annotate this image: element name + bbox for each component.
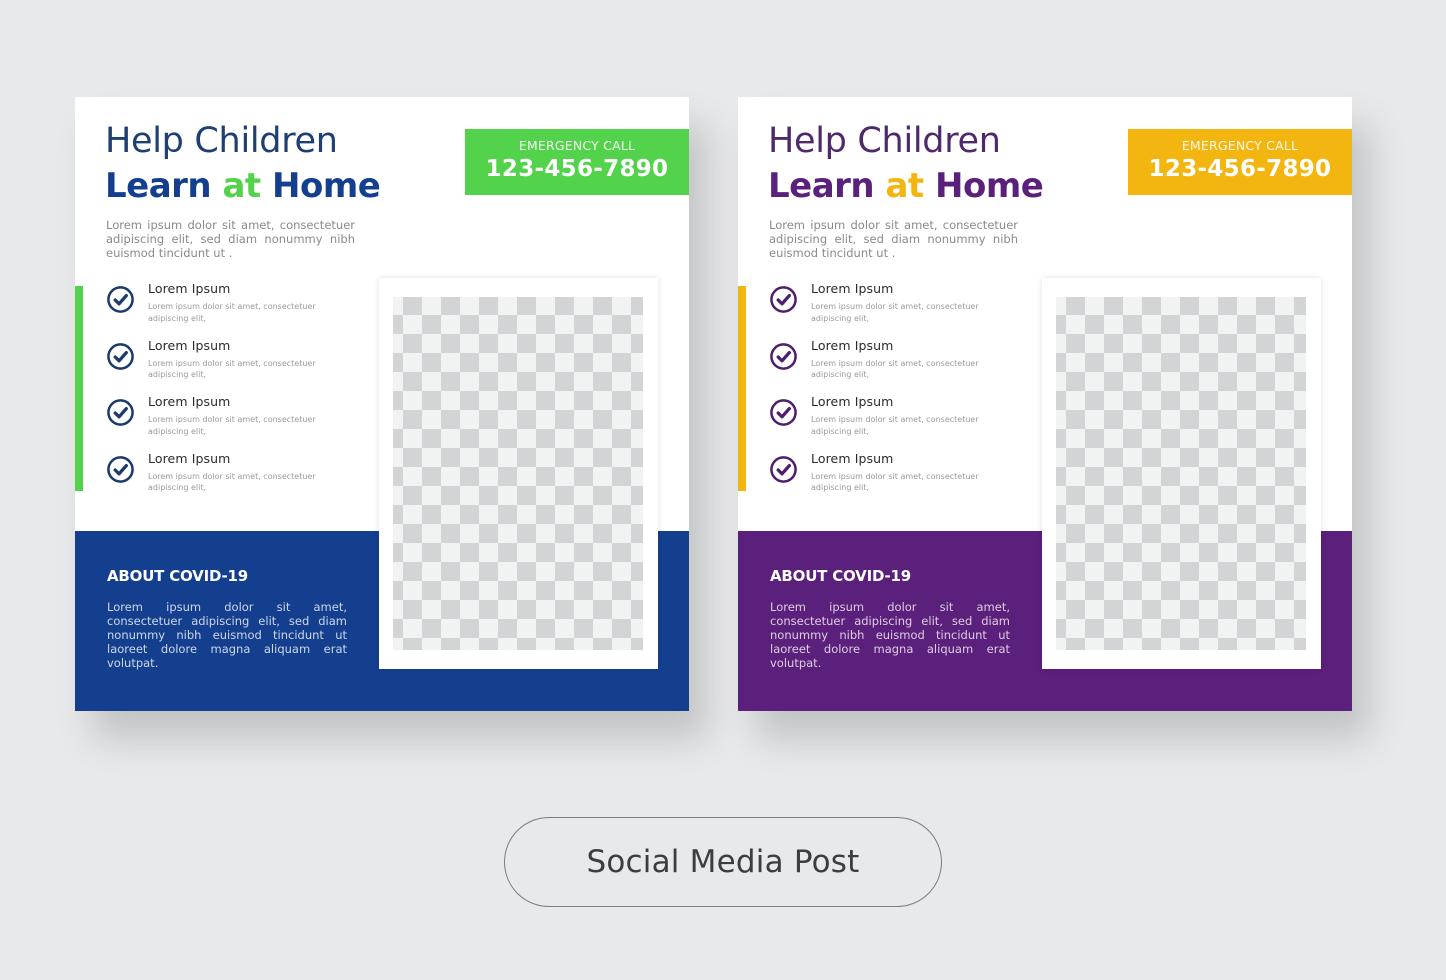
list-item-description: Lorem ipsum dolor sit amet, consectetuer… — [148, 471, 316, 493]
check-circle-icon — [770, 342, 797, 370]
photo-frame — [1042, 278, 1321, 669]
social-post-card-blue: Help Children Learn at Home Lorem ipsum … — [75, 97, 689, 711]
list-item: Lorem Ipsum Lorem ipsum dolor sit amet, c… — [106, 338, 336, 395]
social-post-card-purple: Help Children Learn at Home Lorem ipsum … — [738, 97, 1352, 711]
list-item: Lorem Ipsum Lorem ipsum dolor sit amet, c… — [769, 281, 999, 338]
check-circle-icon — [770, 286, 797, 313]
list-item: Lorem Ipsum Lorem ipsum dolor sit amet, c… — [106, 281, 336, 338]
headline-light: Help Children — [768, 121, 1001, 161]
photo-frame — [379, 278, 658, 669]
intro-paragraph: Lorem ipsum dolor sit amet, consectetuer… — [769, 218, 1018, 260]
emergency-phone-number: 123-456-7890 — [485, 156, 669, 182]
feature-list: Lorem Ipsum Lorem ipsum dolor sit amet, c… — [106, 281, 336, 507]
list-item-description: Lorem ipsum dolor sit amet, consectetuer… — [811, 415, 979, 436]
check-circle-icon — [107, 286, 134, 313]
photo-placeholder[interactable] — [1056, 297, 1306, 650]
about-covid-title: ABOUT COVID-19 — [107, 567, 249, 585]
emergency-call-label: EMERGENCY CALL — [518, 138, 636, 153]
list-item: Lorem Ipsum Lorem ipsum dolor sit amet, c… — [106, 394, 336, 451]
emergency-call-box: EMERGENCY CALL 123-456-7890 — [465, 129, 689, 195]
check-circle-icon — [770, 399, 797, 426]
list-item-description: Lorem ipsum dolor sit amet, consectetuer… — [148, 302, 316, 323]
headline-bold: Learn at Home — [105, 165, 381, 207]
list-item-description: Lorem ipsum dolor sit amet, consectetuer… — [811, 358, 979, 380]
about-covid-text: Lorem ipsum dolor sit amet, consectetuer… — [770, 600, 1010, 670]
list-item-title: Lorem Ipsum — [148, 337, 231, 353]
list-item-title: Lorem Ipsum — [148, 281, 231, 296]
accent-bar — [738, 286, 746, 491]
list-item-description: Lorem ipsum dolor sit amet, consectetuer… — [811, 302, 979, 323]
feature-list: Lorem Ipsum Lorem ipsum dolor sit amet, c… — [769, 281, 999, 507]
check-circle-icon — [107, 399, 134, 426]
headline-word-home: Home — [935, 166, 1044, 206]
list-item-title: Lorem Ipsum — [148, 450, 231, 466]
list-item-description: Lorem ipsum dolor sit amet, consectetuer… — [148, 415, 316, 436]
headline-bold: Learn at Home — [768, 165, 1044, 207]
headline-word-at: at — [885, 166, 924, 206]
intro-paragraph: Lorem ipsum dolor sit amet, consectetuer… — [106, 218, 355, 260]
headline-word-at: at — [222, 166, 261, 206]
emergency-phone-number: 123-456-7890 — [1148, 156, 1332, 182]
accent-bar — [75, 286, 83, 491]
headline-word-home: Home — [272, 166, 381, 206]
list-item-title: Lorem Ipsum — [811, 450, 894, 466]
headline-light: Help Children — [105, 121, 338, 161]
headline-word-learn: Learn — [768, 166, 875, 206]
list-item: Lorem Ipsum Lorem ipsum dolor sit amet, c… — [769, 394, 999, 451]
list-item-title: Lorem Ipsum — [148, 394, 231, 409]
list-item: Lorem Ipsum Lorem ipsum dolor sit amet, c… — [769, 451, 999, 508]
check-circle-icon — [770, 455, 797, 483]
list-item-description: Lorem ipsum dolor sit amet, consectetuer… — [811, 471, 979, 493]
about-covid-title: ABOUT COVID-19 — [770, 567, 912, 585]
list-item-title: Lorem Ipsum — [811, 394, 894, 409]
list-item-title: Lorem Ipsum — [811, 337, 894, 353]
about-covid-text: Lorem ipsum dolor sit amet, consectetuer… — [107, 600, 347, 670]
emergency-call-label: EMERGENCY CALL — [1181, 138, 1299, 153]
social-media-post-label-button[interactable]: Social Media Post — [504, 817, 942, 907]
check-circle-icon — [107, 342, 134, 370]
list-item: Lorem Ipsum Lorem ipsum dolor sit amet, c… — [106, 451, 336, 508]
list-item: Lorem Ipsum Lorem ipsum dolor sit amet, c… — [769, 338, 999, 395]
list-item-title: Lorem Ipsum — [811, 281, 894, 296]
emergency-call-box: EMERGENCY CALL 123-456-7890 — [1128, 129, 1352, 195]
photo-placeholder[interactable] — [393, 297, 643, 650]
list-item-description: Lorem ipsum dolor sit amet, consectetuer… — [148, 358, 316, 380]
headline-word-learn: Learn — [105, 166, 212, 206]
check-circle-icon — [107, 455, 134, 483]
